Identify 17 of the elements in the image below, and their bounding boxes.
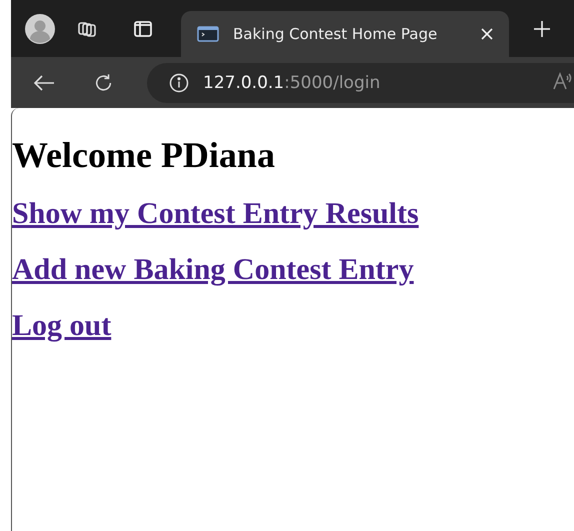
welcome-heading: Welcome PDiana <box>12 134 276 177</box>
url-host: 127.0.0.1 <box>203 72 284 92</box>
terminal-window-icon <box>197 26 219 42</box>
page-link[interactable]: Show my Contest Entry Results <box>12 196 419 230</box>
page-link[interactable]: Add new Baking Contest Entry <box>12 252 414 286</box>
info-icon[interactable] <box>169 72 189 92</box>
back-icon[interactable] <box>33 72 55 92</box>
page-link[interactable]: Log out <box>12 308 112 342</box>
read-aloud-icon[interactable] <box>552 71 574 91</box>
profile-avatar-icon[interactable] <box>25 14 55 44</box>
sidebar-icon[interactable] <box>133 18 153 38</box>
browser-tab[interactable]: Baking Contest Home Page <box>181 11 509 57</box>
new-tab-icon[interactable] <box>533 20 551 38</box>
url-path: :5000/login <box>284 72 380 92</box>
tab-title: Baking Contest Home Page <box>233 25 438 43</box>
address-bar[interactable]: 127.0.0.1:5000/login <box>147 62 574 102</box>
close-icon[interactable] <box>481 28 493 40</box>
